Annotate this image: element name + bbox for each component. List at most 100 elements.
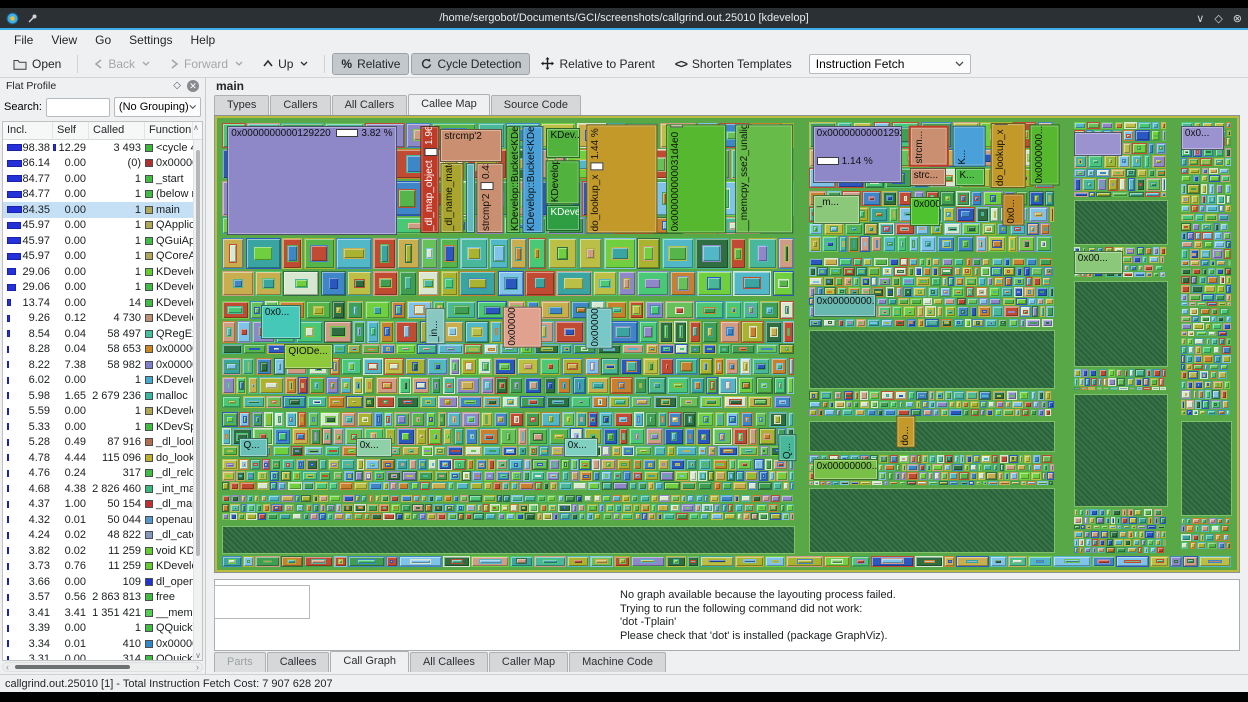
table-row[interactable]: 3.340.014100x0000000 (3, 636, 193, 652)
table-row[interactable]: 8.227.3858 9820x0000000 (3, 357, 193, 373)
treemap-empty-region[interactable] (1073, 393, 1168, 507)
table-row[interactable]: 5.590.001KDevelop:: (3, 404, 193, 420)
treemap-cell[interactable]: do... (896, 416, 916, 448)
table-row[interactable]: 8.540.0458 497QRegExp:: (3, 326, 193, 342)
menu-item-go[interactable]: Go (87, 31, 119, 49)
table-row[interactable]: 29.060.001KDevelop:: (3, 280, 193, 296)
menu-item-file[interactable]: File (6, 31, 41, 49)
treemap-cell[interactable]: _dl_map_object 1.96 % (419, 126, 440, 234)
table-row[interactable]: 86.140.00(0)0x0000000 (3, 156, 193, 172)
title-bar[interactable]: /home/sergobot/Documents/GCI/screenshots… (0, 8, 1248, 28)
treemap-cell[interactable]: KDevelop::Buc... (546, 159, 581, 204)
table-row[interactable]: 98.3812.293 493<cycle 42> (3, 140, 193, 156)
treemap-cell[interactable]: 0x00000000... (812, 294, 876, 317)
treemap-cell[interactable] (1073, 131, 1122, 157)
treemap-cell[interactable]: do_lookup_x0.43 % (991, 123, 1026, 189)
event-type-select[interactable]: Instruction Fetch (808, 53, 971, 74)
shade-button[interactable]: ∨ (1196, 12, 1204, 25)
treemap-cell[interactable]: 0x000000... (502, 306, 542, 348)
float-dock-icon[interactable]: ◇ (173, 80, 181, 91)
treemap-cell[interactable]: KDevel...::Bucke... (546, 205, 581, 232)
treemap-cell[interactable]: do_lookup_x 1.44 % (586, 124, 658, 234)
table-row[interactable]: 3.660.00109dl_open_w (3, 574, 193, 590)
table-row[interactable]: 8.280.0458 6530x0000000 (3, 342, 193, 358)
treemap-cell[interactable]: 0x000000000031d4e01.28 % (665, 124, 726, 234)
table-row[interactable]: 45.970.001QApplicati (3, 218, 193, 234)
table-header[interactable]: Incl. Self Called Function ∧ (3, 122, 202, 140)
close-dock-icon[interactable]: ✕ (187, 79, 199, 92)
treemap-cell[interactable]: K... (953, 126, 987, 167)
tab-all-callers[interactable]: All Callers (331, 95, 408, 115)
scrollbar-thumb[interactable] (196, 150, 200, 556)
cycle-detection-toggle[interactable]: Cycle Detection (411, 52, 531, 75)
open-button[interactable]: Open (4, 53, 70, 75)
tab-all-callees[interactable]: All Callees (409, 652, 488, 672)
treemap-cell[interactable]: 0x... (355, 438, 393, 457)
treemap-cell[interactable]: __memcpy_sse2_unaligned1.39 % (735, 124, 794, 234)
treemap-cell[interactable] (465, 163, 476, 234)
table-row[interactable]: 3.57 0.56 2 863 813 free (3, 590, 193, 606)
treemap-cell[interactable]: 0x0... (260, 304, 301, 339)
treemap-empty-region[interactable] (222, 525, 796, 554)
table-row[interactable]: 45.970.001QCoreAppl (3, 249, 193, 265)
tab-callee-map[interactable]: Callee Map (408, 94, 490, 115)
treemap-cell[interactable]: 0x000000... (586, 307, 613, 349)
table-row[interactable]: 4.684.382 826 460_int_mallo (3, 481, 193, 497)
scroll-right-icon[interactable]: › (196, 662, 199, 672)
table-row[interactable]: 4.371.0050 154_dl_map_o (3, 497, 193, 513)
treemap-cell[interactable]: 0x00000000001292201.14 % (812, 126, 903, 184)
tab-callers[interactable]: Callers (270, 95, 331, 115)
tab-call-graph[interactable]: Call Graph (330, 651, 409, 672)
table-row[interactable]: 3.730.7611 259KDevelop:: (3, 559, 193, 575)
table-row[interactable]: 84.77 0.00 1 _start (3, 171, 193, 187)
table-row[interactable]: 4.320.0150 044openaux (3, 512, 193, 528)
treemap-cell[interactable]: _dl_name_match_p1.04 % (440, 163, 464, 234)
up-button[interactable]: Up (254, 53, 317, 75)
treemap-cell[interactable]: Q... (778, 434, 797, 462)
close-button[interactable]: ⊗ (1233, 12, 1242, 25)
treemap-cell[interactable]: strcmp'2 (440, 128, 502, 162)
table-row[interactable]: 4.784.44115 096do_lookup (3, 450, 193, 466)
table-row[interactable]: 6.020.001KDevelop:: (3, 373, 193, 389)
table-row[interactable]: 45.970.001QGuiApplic (3, 233, 193, 249)
table-row[interactable]: 4.760.24317_dl_reloca (3, 466, 193, 482)
forward-button[interactable]: Forward (161, 53, 252, 75)
horizontal-scrollbar[interactable]: ‹ › (2, 662, 203, 672)
table-row[interactable]: 3.413.411 351 421__memcpy (3, 605, 193, 621)
menu-item-settings[interactable]: Settings (121, 31, 180, 49)
treemap-empty-region[interactable] (1073, 200, 1168, 246)
table-row[interactable]: 3.820.0211 259void KDev (3, 543, 193, 559)
back-button[interactable]: Back (85, 53, 159, 75)
treemap-empty-region[interactable] (808, 330, 1056, 390)
treemap-empty-region[interactable] (808, 420, 1056, 453)
table-row[interactable]: 29.060.001KDevelop:: (3, 264, 193, 280)
treemap-cell[interactable]: 0x00000000... (812, 459, 878, 480)
menu-item-help[interactable]: Help (183, 31, 224, 49)
relative-to-parent-toggle[interactable]: Relative to Parent (532, 53, 663, 75)
scroll-left-icon[interactable]: ‹ (6, 662, 9, 672)
vertical-scrollbar[interactable]: ∨ (193, 140, 202, 660)
treemap-cell[interactable]: 0x... (563, 438, 599, 457)
relative-toggle[interactable]: % Relative (332, 52, 410, 75)
treemap-cell[interactable]: _m... (812, 194, 860, 225)
treemap-cell[interactable]: strc... (909, 167, 947, 186)
treemap-cell[interactable]: KDev... (546, 127, 581, 158)
table-row[interactable]: 13.740.0014KDevelop:: (3, 295, 193, 311)
callee-treemap[interactable]: 0x0000000000129220 3.82 % _dl_map_object 1.… (217, 118, 1237, 570)
treemap-cell[interactable]: _in... (425, 307, 446, 344)
treemap-cell[interactable]: 0x0000000... (1029, 124, 1060, 186)
tab-types[interactable]: Types (214, 95, 270, 115)
treemap-cell[interactable]: 0x000... (909, 197, 941, 227)
scrollbar-thumb[interactable] (15, 665, 131, 669)
table-row[interactable]: 5.330.001KDevSplash (3, 419, 193, 435)
graph-overview-box[interactable] (214, 585, 310, 619)
table-row[interactable]: 5.98 1.65 2 679 236 malloc (3, 388, 193, 404)
treemap-cell[interactable]: KDevelop::Bucket<KDevelop::Qu... (521, 126, 544, 234)
table-row[interactable]: 5.280.4987 916_dl_lookup (3, 435, 193, 451)
table-row[interactable]: 84.770.001(below mai (3, 187, 193, 203)
table-row[interactable]: 3.310.00314QQuickW (3, 652, 193, 660)
treemap-empty-region[interactable] (1073, 280, 1168, 367)
menu-item-view[interactable]: View (43, 31, 85, 49)
table-row[interactable]: 3.390.001QQuickVie (3, 621, 193, 637)
treemap-empty-region[interactable] (808, 487, 1056, 553)
